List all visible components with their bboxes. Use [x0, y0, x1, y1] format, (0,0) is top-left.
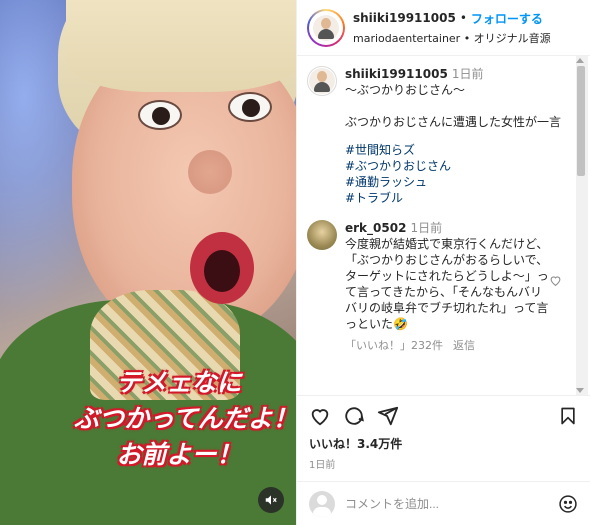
hashtag-link[interactable]: #通勤ラッシュ	[345, 174, 573, 190]
subtitle-line-1: テメェなに	[116, 368, 242, 397]
story-ring[interactable]	[307, 8, 345, 47]
reply-button[interactable]: 返信	[453, 338, 475, 354]
scroll-up-arrow-icon[interactable]	[576, 58, 584, 63]
caption-username[interactable]: shiiki19911005	[345, 67, 448, 81]
right-eye	[228, 92, 272, 122]
post-panel: shiiki19911005 • フォローする mariodaentertain…	[296, 0, 590, 525]
mute-button[interactable]	[258, 487, 284, 513]
hashtag-link[interactable]: #ぶつかりおじさん	[345, 158, 573, 174]
heart-icon[interactable]	[309, 405, 331, 427]
comment-time: 1日前	[410, 221, 443, 235]
hashtag-link[interactable]: #トラブル	[345, 190, 573, 206]
video-subtitle: テメェなに ぶつかってんだよ！ お前よー！	[74, 365, 296, 473]
post-header: shiiki19911005 • フォローする mariodaentertain…	[297, 0, 590, 56]
emoji-icon[interactable]	[558, 494, 578, 514]
post-viewer: テメェなに ぶつかってんだよ！ お前よー！ shiiki19911005 • フ…	[0, 0, 590, 525]
audio-label[interactable]: mariodaentertainer • オリジナル音源	[353, 30, 551, 46]
scroll-thumb[interactable]	[577, 66, 585, 176]
commenter-username[interactable]: erk_0502	[345, 221, 406, 235]
bangs	[66, 0, 296, 92]
scrollbar[interactable]	[576, 56, 588, 395]
comment-icon[interactable]	[343, 405, 365, 427]
comments-section: shiiki19911005 1日前 〜ぶつかりおじさん〜 ぶつかりおじさんに遭遇…	[297, 56, 590, 395]
share-icon[interactable]	[377, 405, 399, 427]
separator: •	[459, 11, 467, 25]
comment-item: erk_0502 1日前 今度親が結婚式で東京行くんだけど、「ぶつかりおじさんがお…	[307, 220, 576, 354]
commenter-avatar[interactable]	[307, 220, 337, 250]
subtitle-line-3: お前よー！	[116, 440, 242, 469]
post-caption: shiiki19911005 1日前 〜ぶつかりおじさん〜 ぶつかりおじさんに遭遇…	[307, 66, 576, 206]
comment-text: 今度親が結婚式で東京行くんだけど、「ぶつかりおじさんがおるらしいで、ターゲットに…	[345, 237, 549, 331]
avatar	[309, 10, 343, 45]
caption-time: 1日前	[451, 67, 484, 81]
comment-likes[interactable]: 「いいね！」232件	[345, 338, 443, 354]
left-eye	[138, 100, 182, 130]
add-comment-bar	[297, 481, 590, 525]
bookmark-icon[interactable]	[558, 405, 578, 427]
caption-text: 〜ぶつかりおじさん〜 ぶつかりおじさんに遭遇した女性が一言	[345, 83, 562, 129]
caption-avatar[interactable]	[307, 66, 337, 96]
follow-button[interactable]: フォローする	[471, 10, 543, 27]
likes-count[interactable]: いいね！3.4万件	[297, 435, 590, 452]
header-username[interactable]: shiiki19911005	[353, 11, 456, 25]
post-date: 1日前	[309, 460, 336, 471]
hashtag-link[interactable]: #世間知らズ	[345, 142, 573, 158]
comment-heart-icon[interactable]	[549, 274, 562, 287]
user-avatar	[309, 490, 335, 517]
subtitle-line-2: ぶつかってんだよ！	[74, 404, 296, 433]
mouth	[190, 232, 254, 304]
speaker-muted-icon	[264, 493, 278, 507]
nose	[188, 150, 232, 194]
scroll-down-arrow-icon[interactable]	[576, 388, 584, 393]
post-video[interactable]: テメェなに ぶつかってんだよ！ お前よー！	[0, 0, 296, 525]
action-bar	[297, 395, 590, 435]
comment-input[interactable]	[345, 496, 548, 511]
